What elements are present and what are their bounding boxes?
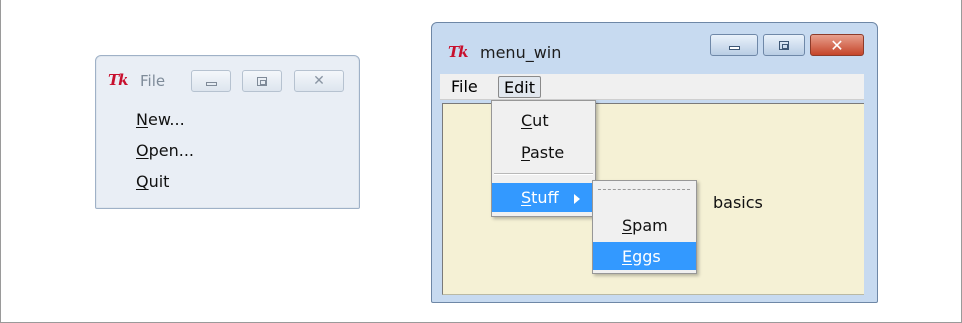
menu-item-open[interactable]: Open... [136, 135, 194, 166]
menu-separator [494, 173, 593, 175]
tk-logo-icon: Tk [448, 43, 469, 61]
minimize-button[interactable] [710, 34, 758, 56]
file-menu-items: New... Open... Quit [136, 104, 194, 197]
menu-item-paste[interactable]: Paste [492, 138, 595, 168]
menubar-file[interactable]: File [446, 76, 483, 98]
file-tearoff-window: Tk File ✕ New... Open... Quit [95, 55, 360, 209]
menu-item-new[interactable]: New... [136, 104, 194, 135]
menu-item-cut[interactable]: Cut [492, 106, 595, 136]
menu-item-eggs[interactable]: Eggs [593, 242, 696, 270]
submenu-arrow-icon [574, 194, 580, 204]
edit-menu: Cut Paste Stuff [491, 100, 596, 217]
menu-item-spam[interactable]: Spam [593, 211, 696, 241]
minimize-icon [728, 46, 740, 50]
window-title: File [140, 72, 166, 90]
tearoff-line[interactable] [598, 189, 690, 190]
maximize-button[interactable] [242, 70, 282, 92]
stuff-submenu: Spam Eggs [592, 180, 697, 274]
title-bar[interactable]: Tk File ✕ [96, 56, 359, 96]
menu-item-quit[interactable]: Quit [136, 166, 194, 197]
maximize-button[interactable] [763, 34, 805, 56]
window-title: menu_win [480, 43, 562, 62]
close-icon: ✕ [830, 35, 844, 55]
minimize-button[interactable] [191, 70, 231, 92]
close-button[interactable]: ✕ [810, 34, 864, 56]
maximize-icon [257, 76, 267, 86]
content-label: basics [713, 193, 763, 212]
minimize-icon [205, 82, 217, 86]
menu-item-stuff[interactable]: Stuff [492, 183, 595, 212]
menu-bar: File Edit [440, 74, 864, 100]
maximize-icon [779, 40, 789, 50]
close-icon: ✕ [313, 73, 325, 89]
menubar-edit[interactable]: Edit [498, 76, 541, 98]
tk-logo-icon: Tk [108, 71, 129, 89]
close-button[interactable]: ✕ [294, 70, 344, 92]
